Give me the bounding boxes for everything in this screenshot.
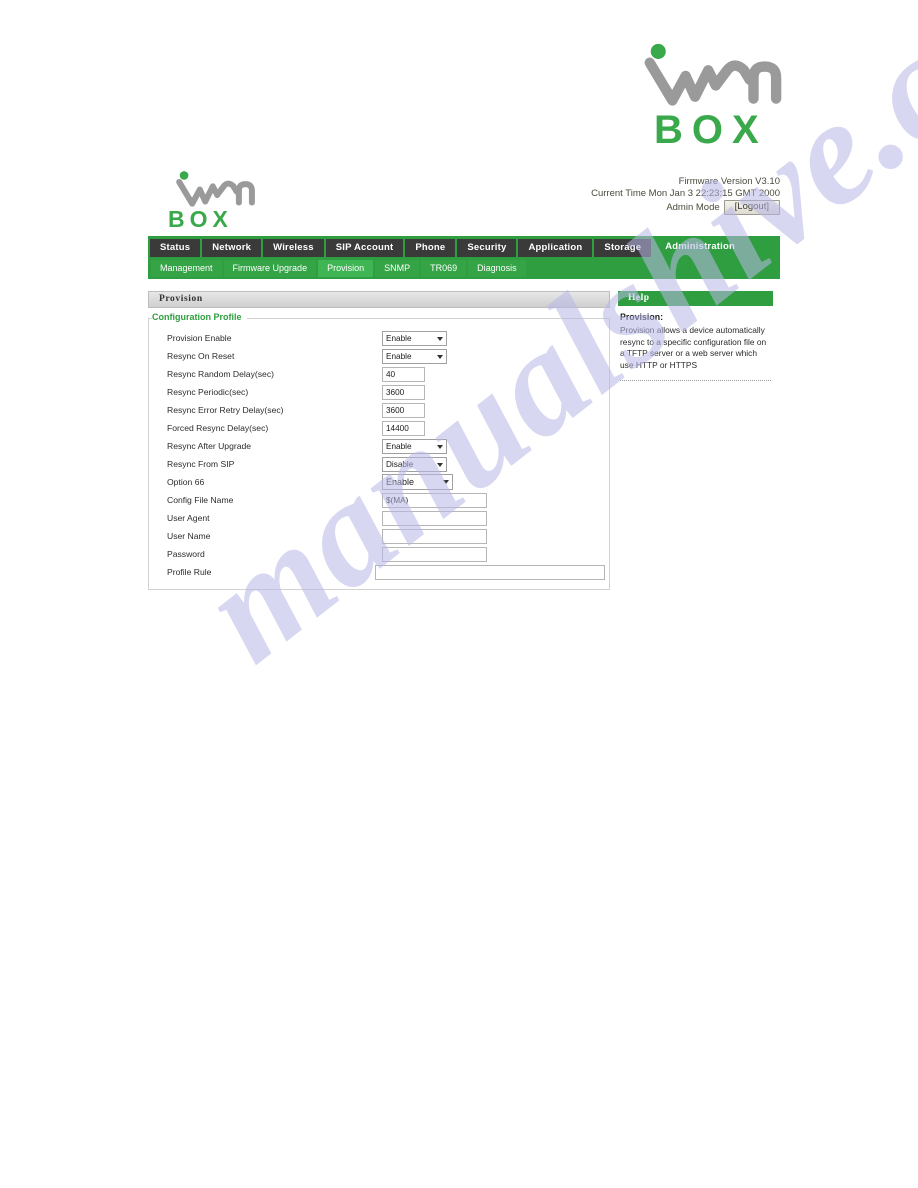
form-row: Resync From SIP Disable	[153, 455, 605, 473]
sub-tab-firmware-upgrade[interactable]: Firmware Upgrade	[223, 260, 317, 277]
page-title: Provision	[148, 291, 610, 308]
label-resync-from-sip: Resync From SIP	[167, 459, 235, 469]
chevron-down-icon	[437, 336, 443, 341]
input-profile-rule[interactable]	[374, 564, 605, 580]
input-password[interactable]	[382, 546, 487, 562]
chevron-down-icon	[437, 462, 443, 467]
help-column: Help Provision: Provision allows a devic…	[618, 291, 773, 381]
select-option-66[interactable]: Enable	[382, 474, 453, 490]
sub-tab-diagnosis[interactable]: Diagnosis	[468, 260, 526, 277]
select-resync-after-upgrade[interactable]: Enable	[382, 438, 447, 454]
help-panel-body: Provision: Provision allows a device aut…	[618, 306, 773, 381]
form-row: User Agent	[153, 509, 605, 527]
brand-logo-large: BOX	[636, 42, 788, 152]
device-web-ui: BOX Firmware Version V3.10 Current Time …	[148, 168, 780, 590]
form-row: Resync On Reset Enable	[153, 347, 605, 365]
main-tab-administration[interactable]: Administration	[653, 237, 748, 258]
select-provision-enable[interactable]: Enable	[382, 330, 447, 346]
label-resync-periodic-sec: Resync Periodic(sec)	[167, 387, 249, 397]
form-row: Resync Random Delay(sec) 40	[153, 365, 605, 383]
main-tab-network[interactable]: Network	[202, 239, 262, 257]
sub-tab-snmp[interactable]: SNMP	[375, 260, 420, 277]
configuration-profile-section: Configuration Profile Provision Enable En…	[148, 312, 610, 590]
select-value: Enable	[386, 333, 412, 343]
input-resync-error-retry-delay-sec[interactable]: 3600	[382, 402, 425, 418]
device-header: BOX Firmware Version V3.10 Current Time …	[148, 168, 780, 236]
label-resync-random-delay-sec: Resync Random Delay(sec)	[167, 369, 274, 379]
current-time: Current Time Mon Jan 3 22:23:15 GMT 2000	[591, 187, 780, 199]
label-profile-rule: Profile Rule	[167, 567, 212, 577]
sub-tab-provision[interactable]: Provision	[318, 260, 374, 277]
form-row: Provision Enable Enable	[153, 329, 605, 347]
label-resync-on-reset: Resync On Reset	[167, 351, 235, 361]
input-user-agent[interactable]	[382, 510, 487, 526]
select-value: Enable	[386, 477, 415, 487]
form-row: Resync Error Retry Delay(sec) 3600	[153, 401, 605, 419]
form-row: Password	[153, 545, 605, 563]
status-info-block: Firmware Version V3.10 Current Time Mon …	[591, 176, 780, 215]
form-row: Resync Periodic(sec) 3600	[153, 383, 605, 401]
brand-wordmark-large: BOX	[654, 108, 768, 152]
sub-tab-management[interactable]: Management	[151, 260, 222, 277]
wlan-logo-small-icon	[176, 171, 255, 207]
brand-wordmark-small: BOX	[168, 206, 233, 232]
logout-button[interactable]: [Logout]	[723, 200, 780, 215]
main-tab-wireless[interactable]: Wireless	[263, 239, 324, 257]
select-value: Enable	[386, 351, 412, 361]
sub-nav-bar: Management Firmware Upgrade Provision SNMP T…	[148, 258, 780, 279]
form-row: Option 66 Enable	[153, 473, 605, 491]
firmware-version: Firmware Version V3.10	[678, 176, 780, 187]
input-resync-periodic-sec[interactable]: 3600	[382, 384, 425, 400]
main-tab-sip-account[interactable]: SIP Account	[325, 239, 404, 257]
label-provision-enable: Provision Enable	[167, 333, 232, 343]
form-field-list: Provision Enable Enable Resync On Reset Ena…	[148, 318, 610, 590]
brand-logo-small: BOX	[154, 170, 286, 232]
chevron-down-icon	[437, 354, 443, 359]
label-user-agent: User Agent	[167, 513, 210, 523]
main-tab-application[interactable]: Application	[518, 239, 593, 257]
page-body: Provision Configuration Profile Provisio…	[148, 279, 780, 590]
form-row: Profile Rule	[153, 563, 605, 581]
label-password: Password	[167, 549, 205, 559]
admin-mode-label: Admin Mode	[666, 201, 720, 213]
section-legend: Configuration Profile	[152, 312, 247, 322]
help-divider	[620, 380, 771, 381]
content-column: Provision Configuration Profile Provisio…	[148, 291, 610, 590]
main-nav-bar: Status Network Wireless SIP Account Phone Sec…	[148, 236, 780, 258]
admin-mode-row: Admin Mode [Logout]	[591, 200, 780, 215]
help-panel-title: Help	[618, 291, 773, 306]
help-text: Provision allows a device automatically …	[620, 325, 767, 370]
help-heading: Provision:	[620, 312, 664, 322]
label-user-name: User Name	[167, 531, 211, 541]
input-forced-resync-delay-sec[interactable]: 14400	[382, 420, 425, 436]
wlan-logo-icon	[644, 43, 782, 106]
label-option-66: Option 66	[167, 477, 205, 487]
form-row: Forced Resync Delay(sec) 14400	[153, 419, 605, 437]
main-tab-storage[interactable]: Storage	[594, 239, 652, 257]
label-config-file-name: Config File Name	[167, 495, 234, 505]
form-row: Config File Name $(MA)	[153, 491, 605, 509]
form-row: User Name	[153, 527, 605, 545]
label-resync-error-retry-delay-sec: Resync Error Retry Delay(sec)	[167, 405, 284, 415]
main-tab-status[interactable]: Status	[150, 239, 201, 257]
chevron-down-icon	[443, 480, 449, 484]
main-tab-phone[interactable]: Phone	[405, 239, 456, 257]
input-user-name[interactable]	[382, 528, 487, 544]
label-forced-resync-delay-sec: Forced Resync Delay(sec)	[167, 423, 269, 433]
label-resync-after-upgrade: Resync After Upgrade	[167, 441, 252, 451]
select-resync-on-reset[interactable]: Enable	[382, 348, 447, 364]
main-tab-security[interactable]: Security	[457, 239, 517, 257]
chevron-down-icon	[437, 444, 443, 449]
sub-tab-tr069[interactable]: TR069	[421, 260, 467, 277]
select-value: Disable	[386, 459, 414, 469]
select-value: Enable	[386, 441, 412, 451]
input-config-file-name[interactable]: $(MA)	[382, 492, 487, 508]
input-resync-random-delay-sec[interactable]: 40	[382, 366, 425, 382]
form-row: Resync After Upgrade Enable	[153, 437, 605, 455]
select-resync-from-sip[interactable]: Disable	[382, 456, 447, 472]
